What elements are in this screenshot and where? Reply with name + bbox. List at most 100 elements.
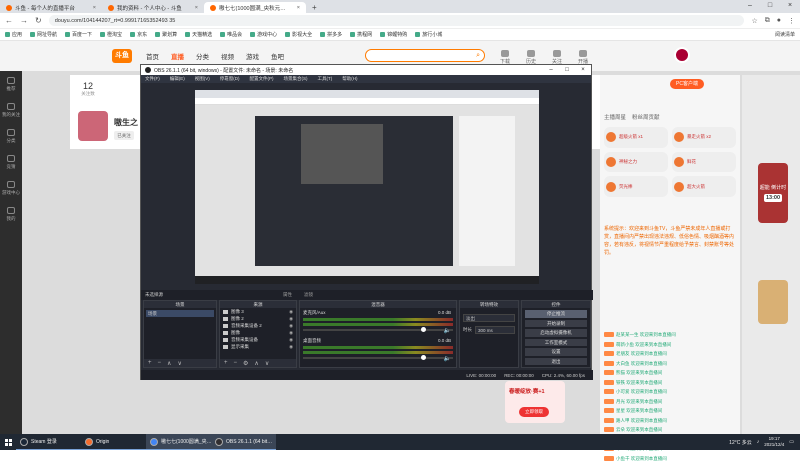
control-button[interactable]: 退出	[525, 358, 587, 366]
down-icon[interactable]: ∨	[177, 360, 181, 367]
down-icon[interactable]: ∨	[265, 360, 269, 367]
visibility-eye-icon[interactable]: ◉	[289, 329, 293, 336]
control-button[interactable]: 停止推流	[525, 310, 587, 318]
start-button[interactable]	[0, 434, 16, 450]
duration-input[interactable]: 300 ms	[475, 326, 515, 334]
bookmark-item[interactable]: 携程网	[350, 31, 372, 38]
top-nav-icon-item[interactable]: 下载	[500, 50, 510, 65]
volume-slider-handle[interactable]	[421, 355, 426, 360]
obs-preview[interactable]	[195, 90, 539, 284]
sidebar-item[interactable]: 分类	[0, 123, 22, 149]
gift-item[interactable]: 鲜花	[672, 152, 736, 173]
nav-item[interactable]: 分类	[196, 51, 209, 61]
close-window-icon[interactable]: ×	[780, 0, 800, 13]
sidebar-item[interactable]: 推荐	[0, 71, 22, 97]
volume-slider[interactable]	[303, 329, 453, 331]
douyu-logo[interactable]: 斗鱼	[112, 49, 132, 63]
forward-icon[interactable]: →	[20, 16, 28, 25]
streamer-avatar[interactable]	[78, 111, 108, 141]
reading-list[interactable]: 阅读清单	[775, 31, 795, 38]
maximize-icon[interactable]: □	[559, 67, 575, 73]
profile-icon[interactable]: ●	[777, 17, 781, 24]
sidebar-item[interactable]: 我的	[0, 201, 22, 227]
chat-tab[interactable]: 粉丝周贡献	[632, 113, 660, 121]
minimize-icon[interactable]: –	[740, 0, 760, 13]
source-item[interactable]: 显示采集◉	[220, 343, 296, 350]
search-icon[interactable]: ⌕	[476, 52, 480, 60]
source-item[interactable]: 音频采集设备◉	[220, 336, 296, 343]
obs-menu-item[interactable]: 编辑(E)	[170, 76, 185, 82]
reload-icon[interactable]: ↻	[35, 16, 42, 25]
visibility-eye-icon[interactable]: ◉	[289, 322, 293, 329]
obs-menu-item[interactable]: 配置文件(P)	[250, 76, 274, 82]
sidebar-item[interactable]: 我的关注	[0, 97, 22, 123]
add-icon[interactable]: +	[224, 360, 228, 366]
bookmark-item[interactable]: 影视大全	[285, 31, 312, 38]
remove-icon[interactable]: −	[234, 360, 238, 366]
obs-menu-item[interactable]: 场景集合(S)	[284, 76, 308, 82]
promo-card[interactable]: 春暖绽放·赛+1 立即领取	[505, 381, 565, 423]
obs-menu-item[interactable]: 工具(T)	[318, 76, 333, 82]
gift-item[interactable]: 荧光棒	[604, 176, 668, 197]
countdown-badge[interactable]: 超能 倒计时 13:00	[758, 163, 788, 223]
sidebar-item[interactable]: 游戏中心	[0, 175, 22, 201]
avatar[interactable]	[674, 47, 690, 63]
control-button[interactable]: 启动虚拟摄像机	[525, 329, 587, 337]
bookmark-item[interactable]: 聚划算	[155, 31, 177, 38]
nav-item[interactable]: 首页	[146, 51, 159, 61]
star-icon[interactable]: ☆	[751, 17, 757, 25]
source-item[interactable]: 图像◉	[220, 329, 296, 336]
source-item[interactable]: 图像 2◉	[220, 315, 296, 322]
gear-icon[interactable]: ⚙	[243, 360, 248, 367]
top-nav-icon-item[interactable]: 开播	[578, 50, 588, 65]
bookmark-item[interactable]: 京东	[130, 31, 147, 38]
speaker-icon[interactable]: 🔈	[444, 327, 451, 334]
up-icon[interactable]: ∧	[254, 360, 258, 367]
bookmark-item[interactable]: 拼多多	[320, 31, 342, 38]
chat-tab[interactable]: 主播周星	[604, 113, 626, 121]
filters-button[interactable]: 滤镜	[304, 292, 313, 298]
control-button[interactable]: 工作室模式	[525, 339, 587, 347]
bookmark-item[interactable]: 锦鲤特购	[380, 31, 407, 38]
nav-item[interactable]: 直播	[171, 51, 184, 61]
menu-icon[interactable]: ⋮	[788, 17, 795, 25]
visibility-eye-icon[interactable]: ◉	[289, 315, 293, 322]
taskbar-app[interactable]: Steam 登录	[16, 434, 81, 450]
bookmark-item[interactable]: 百度一下	[65, 31, 92, 38]
bookmark-item[interactable]: 游戏中心	[250, 31, 277, 38]
taskbar-app[interactable]: Origin	[81, 434, 146, 450]
bookmark-item[interactable]: 唯品会	[220, 31, 242, 38]
visibility-eye-icon[interactable]: ◉	[289, 308, 293, 315]
speaker-icon[interactable]: 🔈	[444, 355, 451, 362]
weather-widget[interactable]: 12°C 多云	[729, 439, 752, 446]
nav-item[interactable]: 鱼吧	[271, 51, 284, 61]
control-button[interactable]: 开始录制	[525, 320, 587, 328]
activity-badge[interactable]	[758, 280, 788, 324]
scene-item[interactable]: 场景	[146, 310, 214, 317]
gift-item[interactable]: 暴走火箭 x2	[672, 127, 736, 148]
nav-item[interactable]: 游戏	[246, 51, 259, 61]
source-item[interactable]: 图像 3◉	[220, 308, 296, 315]
back-icon[interactable]: ←	[5, 16, 13, 25]
browser-tab[interactable]: 斗鱼 - 每个人的直播平台×	[0, 2, 102, 13]
add-icon[interactable]: +	[148, 360, 152, 366]
properties-button[interactable]: 属性	[283, 292, 292, 298]
claim-button[interactable]: 立即领取	[519, 407, 549, 417]
bookmark-item[interactable]: 橙淘宝	[100, 31, 122, 38]
gift-item[interactable]: 超大火箭	[672, 176, 736, 197]
top-nav-icon-item[interactable]: 关注	[552, 50, 562, 65]
maximize-icon[interactable]: □	[760, 0, 780, 13]
volume-slider[interactable]	[303, 357, 453, 359]
clock[interactable]: 19:172021/12/4	[764, 436, 784, 448]
volume-icon[interactable]: ♪	[757, 439, 760, 445]
new-tab-icon[interactable]: +	[306, 2, 323, 13]
notification-icon[interactable]: ▭	[789, 439, 794, 445]
control-button[interactable]: 设置	[525, 348, 587, 356]
close-tab-icon[interactable]: ×	[93, 5, 96, 11]
minimize-icon[interactable]: –	[543, 67, 559, 73]
search-input[interactable]: ⌕	[365, 49, 485, 62]
taskbar-app[interactable]: OBS 26.1.1 (64 bit…	[211, 434, 276, 450]
url-input[interactable]: douyu.com/104144207_rt=0.99917165352493 …	[49, 15, 745, 26]
volume-slider-handle[interactable]	[421, 327, 426, 332]
follow-button[interactable]: 已关注	[114, 131, 134, 140]
